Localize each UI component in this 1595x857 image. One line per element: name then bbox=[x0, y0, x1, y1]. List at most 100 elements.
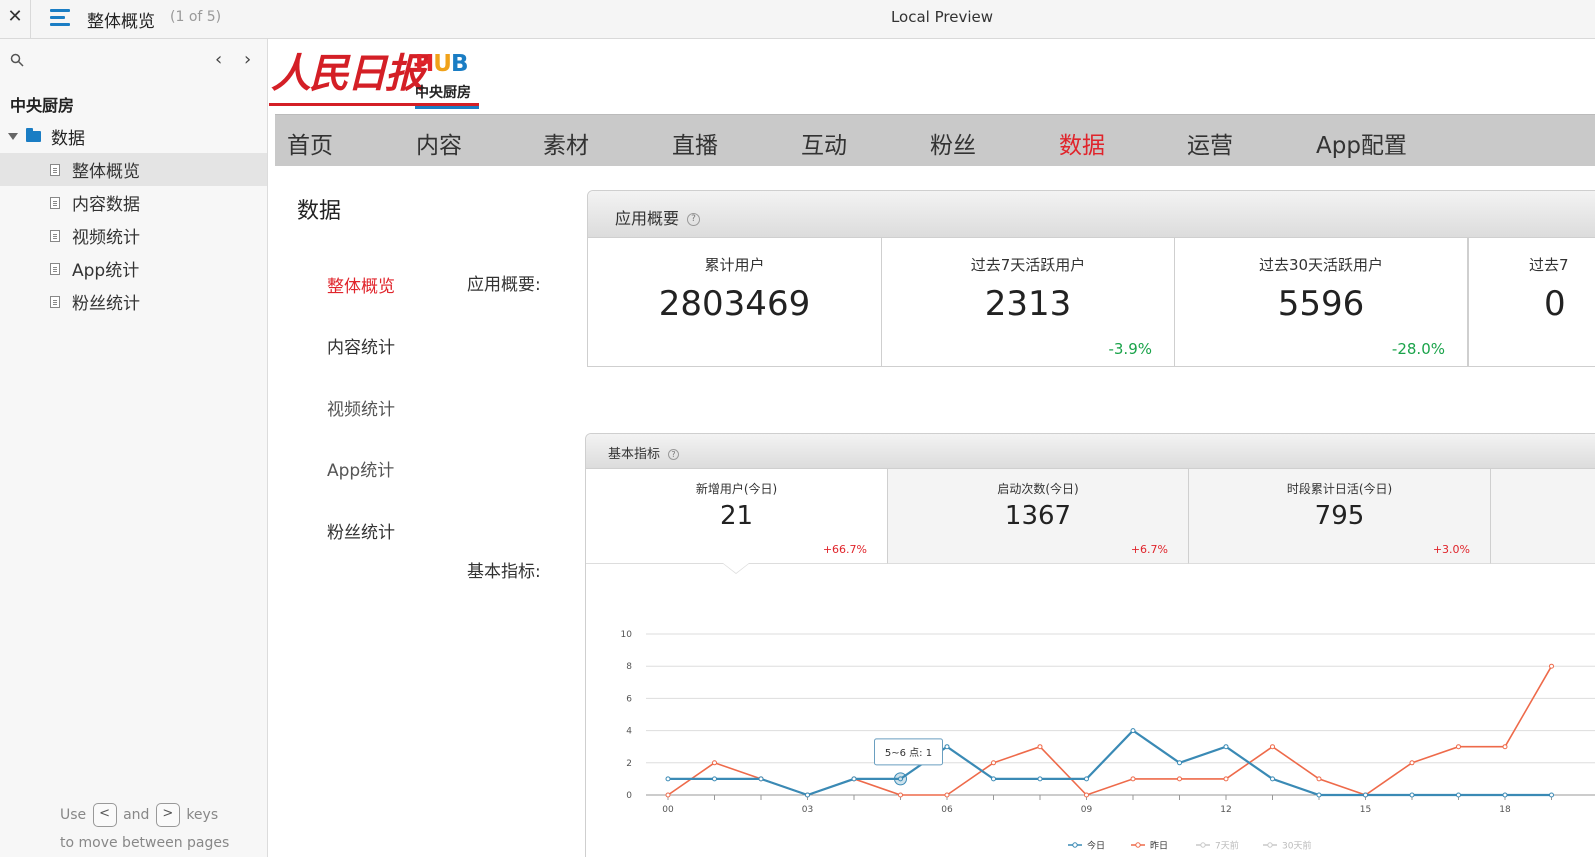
data-point bbox=[1549, 792, 1554, 798]
y-tick-label: 8 bbox=[626, 662, 632, 672]
nav-home[interactable]: 首页 bbox=[287, 126, 333, 160]
overview-title-text: 应用概要 bbox=[615, 209, 680, 228]
data-point bbox=[1084, 792, 1089, 798]
top-bar: ✕ 整体概览 (1 of 5) Local Preview bbox=[0, 0, 1595, 39]
nav-fans[interactable]: 粉丝 bbox=[930, 126, 976, 160]
metric-tab[interactable]: 启动次数(今日) 1367 +6.7% bbox=[888, 469, 1189, 564]
app-title: Local Preview bbox=[890, 8, 994, 26]
hover-point bbox=[894, 772, 907, 786]
basic-panel-title: 基本指标? bbox=[608, 443, 680, 462]
prev-key: < bbox=[92, 803, 117, 827]
x-tick-label: 18 bbox=[1499, 805, 1511, 815]
tree-item[interactable]: 粉丝统计 bbox=[0, 285, 267, 318]
tree-item[interactable]: 内容数据 bbox=[0, 186, 267, 219]
overview-panel: 应用概要? 累计用户 2803469 过去7天活跃用户 2313 -3.9% 过… bbox=[587, 190, 1595, 367]
link-app-stats[interactable]: App统计 bbox=[327, 456, 394, 481]
tree-item-label: 整体概览 bbox=[72, 162, 140, 182]
data-point bbox=[1316, 776, 1322, 782]
help-icon[interactable]: ? bbox=[668, 449, 680, 460]
brand-logo[interactable]: 人民日报 HUB 中央厨房 bbox=[269, 41, 479, 111]
data-point bbox=[1502, 744, 1508, 750]
basic-title-text: 基本指标 bbox=[608, 447, 661, 462]
data-point bbox=[805, 792, 810, 798]
y-tick-label: 10 bbox=[621, 630, 633, 640]
basic-panel-header: 基本指标? bbox=[586, 434, 1595, 469]
hourly-line-chart: 0 2 4 6 8 10 00 03 06 09 12 15 18 5~6 点: 1 今日 昨日 7天前 30天前 bbox=[621, 630, 1595, 852]
stat-card: 累计用户 2803469 bbox=[588, 238, 882, 367]
sidebar: ‹ › 中央厨房 数据 整体概览 内容数据 视频统计 App统计 粉丝统计 Us… bbox=[0, 39, 268, 857]
metric-value: 795 bbox=[1314, 501, 1365, 531]
nav-live[interactable]: 直播 bbox=[672, 126, 718, 160]
hint-text: keys bbox=[186, 807, 219, 823]
metric-tab[interactable]: 时段累计日活(今日) 795 +3.0% bbox=[1189, 469, 1491, 564]
help-icon[interactable]: ? bbox=[687, 213, 701, 226]
nav-app-config[interactable]: App配置 bbox=[1316, 126, 1407, 160]
data-point bbox=[1223, 744, 1229, 750]
data-point bbox=[665, 776, 671, 782]
next-page-button[interactable]: › bbox=[244, 49, 251, 70]
logo-underline-blue bbox=[415, 106, 479, 109]
hint-text: to move between pages bbox=[60, 835, 230, 851]
data-point bbox=[851, 776, 857, 782]
y-tick-label: 4 bbox=[626, 727, 632, 737]
nav-interact[interactable]: 互动 bbox=[801, 126, 847, 160]
nav-material[interactable]: 素材 bbox=[543, 126, 589, 160]
x-tick-label: 15 bbox=[1360, 805, 1371, 815]
data-point bbox=[712, 776, 717, 782]
tree-item[interactable]: 整体概览 bbox=[0, 153, 267, 186]
nav-data[interactable]: 数据 bbox=[1059, 126, 1105, 160]
link-content-stats[interactable]: 内容统计 bbox=[327, 333, 395, 358]
tooltip-text: 5~6 点: 1 bbox=[885, 747, 932, 759]
logo-subtitle: 中央厨房 bbox=[415, 85, 471, 101]
link-fans-stats[interactable]: 粉丝统计 bbox=[327, 518, 395, 543]
legend-label: 昨日 bbox=[1150, 840, 1168, 852]
hint-text: Use bbox=[60, 807, 87, 823]
data-point bbox=[1037, 744, 1043, 750]
data-point bbox=[1456, 792, 1461, 798]
folder-label: 数据 bbox=[51, 128, 85, 149]
overview-panel-title: 应用概要? bbox=[615, 205, 701, 229]
y-tick-label: 2 bbox=[626, 759, 632, 769]
legend-marker bbox=[1072, 842, 1078, 848]
data-point bbox=[1130, 776, 1136, 782]
data-point bbox=[1270, 776, 1275, 782]
document-icon bbox=[50, 229, 60, 242]
metric-value: 21 bbox=[719, 501, 754, 531]
y-tick-label: 6 bbox=[626, 694, 632, 704]
metric-tab[interactable]: 新增用户(今日) 21 +66.7% bbox=[586, 469, 888, 564]
tree-item[interactable]: 视频统计 bbox=[0, 219, 267, 252]
tree-item-label: 粉丝统计 bbox=[72, 294, 140, 314]
x-tick-label: 06 bbox=[941, 805, 953, 815]
main-content: 人民日报 HUB 中央厨房 首页 内容 素材 直播 互动 粉丝 数据 运营 Ap… bbox=[269, 39, 1595, 857]
document-icon bbox=[50, 295, 60, 308]
metric-tab[interactable] bbox=[1491, 469, 1595, 564]
link-overview[interactable]: 整体概览 bbox=[327, 272, 395, 297]
caret-down-icon[interactable] bbox=[8, 132, 18, 140]
data-point bbox=[1456, 744, 1461, 750]
stat-label: 累计用户 bbox=[704, 256, 765, 274]
data-point bbox=[898, 792, 903, 798]
nav-content[interactable]: 内容 bbox=[416, 126, 462, 160]
nav-ops[interactable]: 运营 bbox=[1187, 126, 1233, 160]
data-point bbox=[758, 776, 764, 782]
stat-card: 过去7天活跃用户 2313 -3.9% bbox=[882, 238, 1175, 367]
metric-change: +6.7% bbox=[1130, 543, 1168, 556]
link-video-stats[interactable]: 视频统计 bbox=[327, 395, 395, 420]
data-point bbox=[1363, 792, 1368, 798]
folder-icon bbox=[26, 127, 41, 142]
main-nav: 首页 内容 素材 直播 互动 粉丝 数据 运营 App配置 bbox=[275, 114, 1595, 166]
document-icon bbox=[50, 262, 60, 275]
data-point bbox=[1037, 776, 1043, 782]
data-point bbox=[1549, 663, 1554, 669]
prev-page-button[interactable]: ‹ bbox=[215, 49, 222, 70]
data-point bbox=[944, 792, 950, 798]
tree-folder[interactable]: 数据 bbox=[8, 125, 85, 149]
legend-marker bbox=[1267, 842, 1273, 848]
data-point bbox=[712, 760, 717, 766]
logo-hub: HUB bbox=[415, 51, 468, 77]
legend-label: 30天前 bbox=[1282, 840, 1311, 852]
search-icon[interactable] bbox=[10, 53, 24, 67]
data-point bbox=[1177, 760, 1182, 766]
tree-item[interactable]: App统计 bbox=[0, 252, 267, 285]
document-icon bbox=[50, 196, 60, 209]
